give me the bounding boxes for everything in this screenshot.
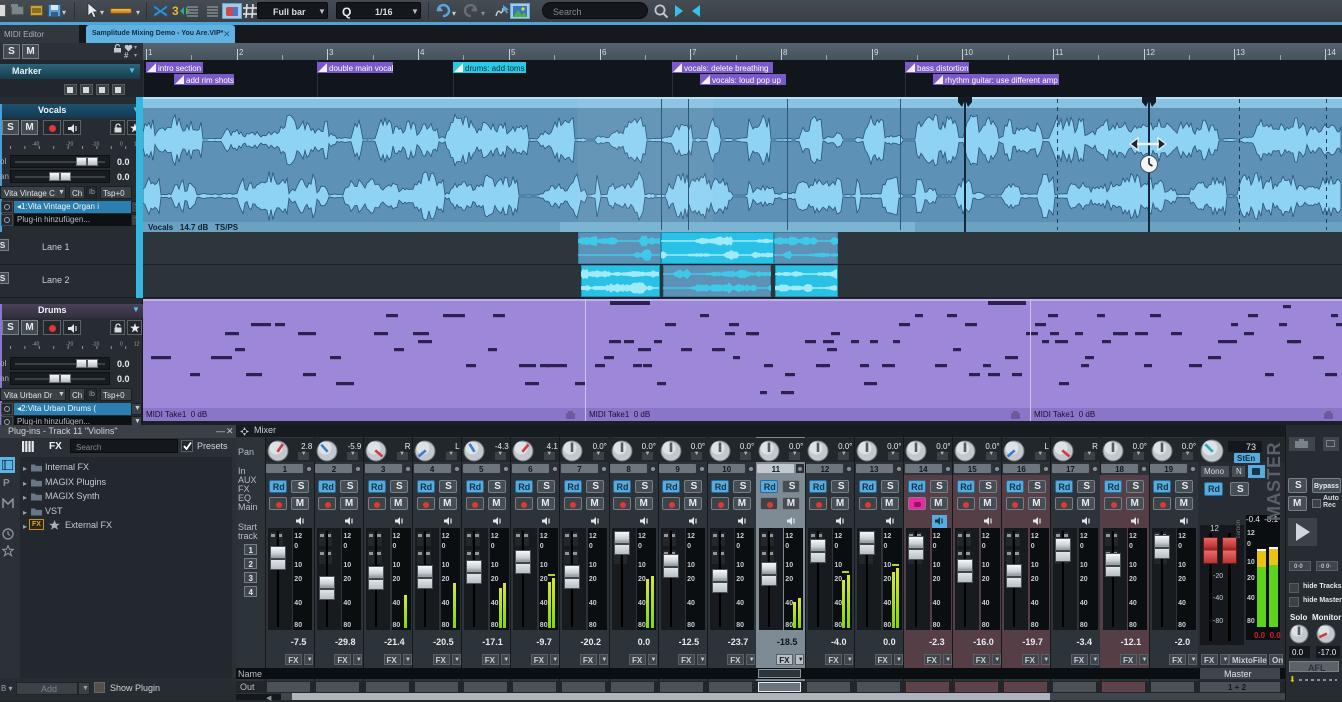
svg-text:0: 0 bbox=[120, 342, 123, 348]
svg-text:0: 0 bbox=[120, 142, 123, 148]
svg-text:-10: -10 bbox=[92, 142, 99, 148]
svg-text:12: 12 bbox=[134, 342, 140, 348]
svg-text:-20: -20 bbox=[66, 342, 73, 348]
svg-text:-40: -40 bbox=[32, 342, 39, 348]
svg-text:-40: -40 bbox=[32, 142, 39, 148]
svg-text:-10: -10 bbox=[92, 342, 99, 348]
svg-text:-20: -20 bbox=[66, 142, 73, 148]
